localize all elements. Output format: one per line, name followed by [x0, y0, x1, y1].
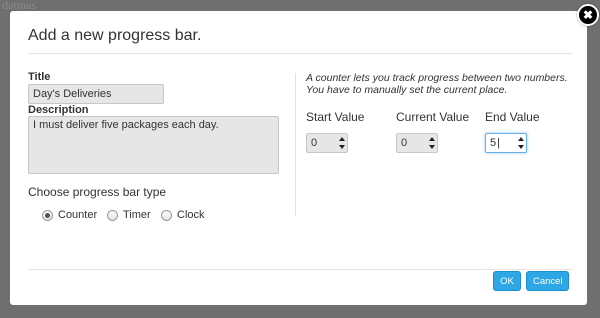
start-increment-icon[interactable] — [338, 137, 345, 141]
end-decrement-icon[interactable] — [517, 145, 524, 149]
counter-help-text: A counter lets you track progress betwee… — [306, 72, 568, 96]
radio-timer[interactable] — [107, 209, 118, 221]
dialog-title: Add a new progress bar. — [28, 27, 202, 44]
description-label: Description — [28, 104, 89, 116]
radio-timer-label: Timer — [123, 209, 151, 221]
footer-divider — [28, 269, 573, 270]
radio-option-clock[interactable]: Clock — [161, 209, 205, 221]
counter-help-line-2: You have to manually set the current pla… — [306, 84, 508, 96]
current-value: 0 — [401, 137, 408, 149]
radio-counter-label: Counter — [58, 209, 98, 221]
current-value-spinner — [427, 135, 436, 151]
radio-option-timer[interactable]: Timer — [107, 209, 151, 221]
title-label: Title — [28, 71, 51, 83]
radio-option-counter[interactable]: Counter — [42, 209, 97, 221]
header-divider — [28, 53, 573, 54]
column-divider — [295, 73, 296, 216]
add-progress-bar-dialog: Add a new progress bar. Title Day's Deli… — [10, 11, 587, 305]
end-value: 5 — [490, 137, 500, 149]
close-icon[interactable]: ✖ — [577, 4, 599, 26]
start-value-stepper[interactable]: 0 — [306, 133, 348, 153]
counter-help-line-1: A counter lets you track progress betwee… — [306, 72, 568, 84]
current-value-stepper[interactable]: 0 — [396, 133, 438, 153]
start-decrement-icon[interactable] — [338, 145, 345, 149]
start-value: 0 — [311, 137, 318, 149]
end-value-label: End Value — [485, 110, 540, 124]
end-increment-icon[interactable] — [517, 137, 524, 141]
end-value-spinner — [516, 135, 525, 151]
radio-counter-checked[interactable] — [42, 209, 53, 221]
current-increment-icon[interactable] — [428, 137, 435, 141]
start-value-label: Start Value — [306, 110, 365, 124]
current-decrement-icon[interactable] — [428, 145, 435, 149]
end-value-stepper[interactable]: 5 — [485, 133, 527, 153]
ok-button[interactable]: OK — [493, 271, 521, 291]
cancel-button[interactable]: Cancel — [526, 271, 569, 291]
description-textarea[interactable]: I must deliver five packages each day. — [28, 116, 279, 174]
title-input[interactable]: Day's Deliveries — [28, 84, 164, 104]
current-value-label: Current Value — [396, 110, 470, 124]
radio-clock[interactable] — [161, 209, 172, 221]
start-value-spinner — [337, 135, 346, 151]
radio-clock-label: Clock — [177, 209, 205, 221]
progress-type-heading: Choose progress bar type — [28, 185, 167, 199]
